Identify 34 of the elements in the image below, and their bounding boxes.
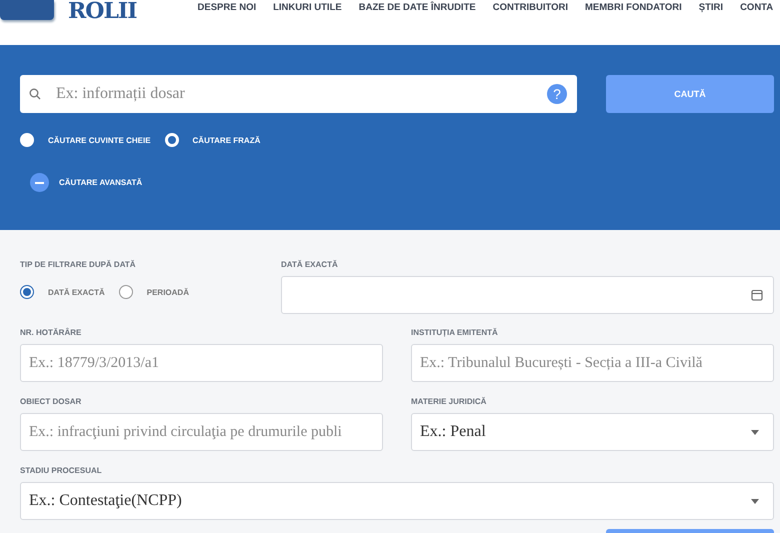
advanced-search-label[interactable]: CĂUTARE AVANSATĂ <box>59 178 142 187</box>
calendar-icon <box>751 289 763 301</box>
radio-label: PERIOADĂ <box>146 288 189 296</box>
nav-link[interactable]: DESPRE NOI <box>198 2 256 13</box>
nav-link[interactable]: CONTA <box>740 2 774 13</box>
field-label: TIP DE FILTRARE DUPĂ DATĂ <box>20 260 137 269</box>
nav-link[interactable]: BAZE DE DATE ÎNRUDITE <box>358 2 476 13</box>
nav-link[interactable]: LINKURI UTILE <box>273 2 342 13</box>
radio-button[interactable] <box>118 285 133 299</box>
radio-label: CĂUTARE FRAZĂ <box>192 136 260 144</box>
input-field[interactable]: Ex.: Tribunalul București - Secția a III-a Civilă <box>411 344 774 382</box>
minus-icon[interactable] <box>30 173 49 192</box>
radio-label: CĂUTARE CUVINTE CHEIE <box>48 136 151 144</box>
date-field[interactable] <box>281 276 774 314</box>
radio-label: DATĂ EXACTĂ <box>48 288 105 296</box>
logo-text[interactable]: ROLII <box>68 0 136 22</box>
field-label: STADIU PROCESUAL <box>20 466 103 475</box>
field-label: INSTITUȚIA EMITENTĂ <box>411 328 499 337</box>
nav-link[interactable]: MEMBRI FONDATORI <box>585 2 682 13</box>
field-label: DATĂ EXACTĂ <box>281 260 339 269</box>
logo-icon <box>0 0 54 20</box>
input-field[interactable]: Ex.: 18779/3/2013/a1 <box>20 344 383 382</box>
field-label: OBIECT DOSAR <box>20 397 82 406</box>
field-label: MATERIE JURIDICĂ <box>411 397 488 406</box>
radio-button[interactable] <box>20 285 34 299</box>
field-label: NR. HOTĂRÂRE <box>20 328 82 337</box>
caret-icon <box>751 430 759 434</box>
input-field[interactable]: Ex.: infracţiuni privind circulaţia pe drumurile publi <box>20 413 383 451</box>
dropdown[interactable]: Ex.: Penal <box>411 413 774 451</box>
nav-link[interactable]: CONTRIBUITORI <box>492 2 568 13</box>
caret-icon <box>751 498 759 504</box>
dropdown[interactable]: Ex.: Contestaţie(NCPP) <box>20 482 774 520</box>
search-icon <box>29 88 41 100</box>
nav-link[interactable]: ȘTIRI <box>698 2 724 13</box>
